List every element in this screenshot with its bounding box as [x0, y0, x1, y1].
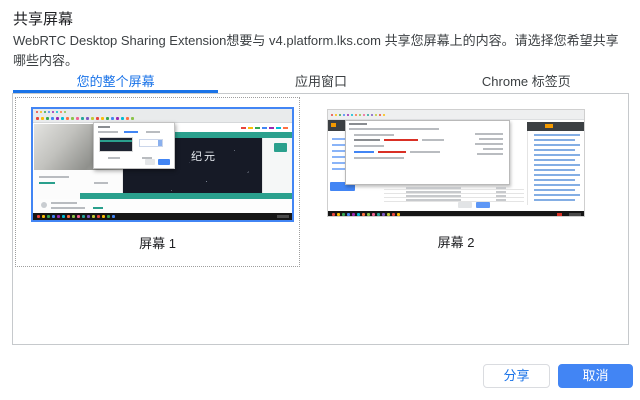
right-panel-header: [527, 122, 584, 131]
popup-dialog: [93, 122, 175, 169]
tab-entire-screen[interactable]: 您的整个屏幕: [13, 73, 219, 93]
dark-hero-area: 纪元: [123, 138, 262, 200]
browser-toolbar: [328, 110, 584, 120]
taskbar-clock: [277, 215, 289, 218]
dialog-description: WebRTC Desktop Sharing Extension想要与 v4.p…: [13, 33, 619, 68]
mini-blue-button: [158, 159, 170, 165]
hero-caption: 纪元: [191, 151, 217, 163]
right-link-list: [527, 131, 584, 205]
taskbar-clock: [569, 213, 581, 216]
cancel-button[interactable]: 取消: [558, 364, 633, 388]
mini-screen-preview: [99, 137, 133, 152]
right-panel: [262, 138, 292, 200]
lower-teal-bar: [80, 193, 292, 199]
screen-2-thumbnail[interactable]: [327, 109, 585, 217]
mini-gray-button: [145, 159, 155, 165]
dialog-title: 共享屏幕: [13, 11, 74, 28]
screen-1-label: 屏幕 1: [139, 236, 176, 251]
screen-option-1[interactable]: 纪元 屏幕 1: [15, 97, 300, 267]
teal-button: [274, 143, 287, 152]
sidebar-links: [328, 134, 358, 170]
browser-toolbar: [33, 109, 292, 123]
tab-chrome-tab[interactable]: Chrome 标签页: [424, 73, 629, 93]
screen-1-thumbnail[interactable]: 纪元: [31, 107, 294, 222]
blue-button: [476, 202, 490, 208]
source-tabs: 您的整个屏幕 应用窗口 Chrome 标签页: [13, 73, 629, 93]
screen-picker-panel: 纪元 屏幕 1 屏幕 2: [12, 93, 629, 345]
site-navbar: [123, 124, 292, 132]
chat-strip: [33, 199, 292, 213]
data-table: [384, 186, 524, 202]
site-header-bar: [123, 132, 292, 138]
sidebar-logo: [328, 120, 358, 131]
taskbar: [33, 213, 292, 220]
screen-option-2[interactable]: 屏幕 2: [306, 97, 606, 267]
taskbar-notification: [557, 213, 562, 216]
tab-application-window[interactable]: 应用窗口: [218, 73, 423, 93]
screen-2-label: 屏幕 2: [437, 235, 475, 250]
mini-number-input: [139, 139, 163, 147]
sidebar-button: [330, 182, 355, 191]
popup-window: [345, 120, 510, 185]
webcam-preview: [34, 124, 123, 170]
gray-button: [458, 202, 472, 208]
taskbar: [328, 211, 584, 216]
webcam-panel: [34, 170, 123, 200]
share-button[interactable]: 分享: [483, 364, 550, 388]
